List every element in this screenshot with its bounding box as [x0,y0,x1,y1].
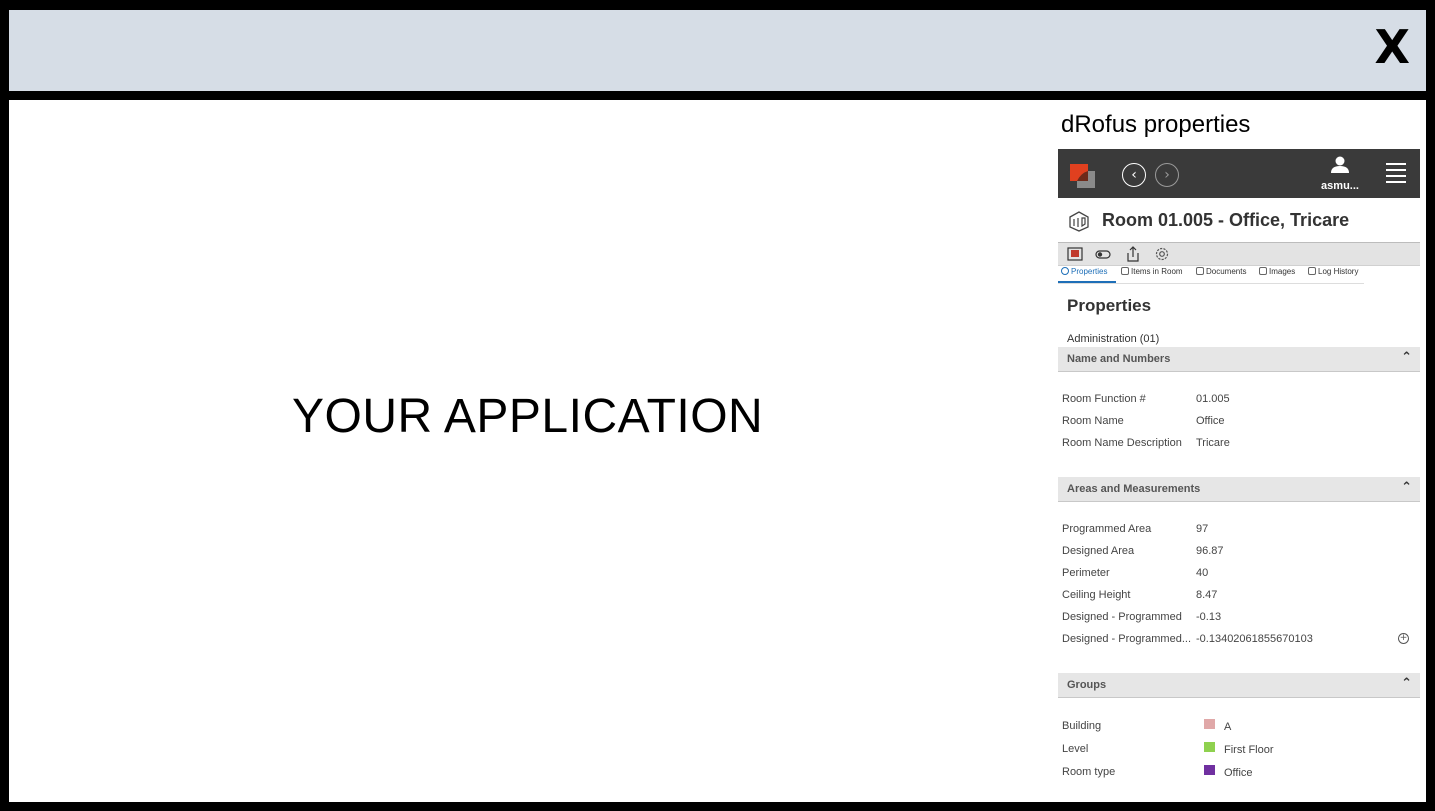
property-row: Designed - Programmed... -0.134020618556… [1062,629,1417,651]
property-value: -0.13402061855670103 [1196,633,1313,645]
accordion-name-and-numbers[interactable]: Name and Numbers ⌃ [1058,347,1420,372]
accordion-title: Areas and Measurements [1067,483,1201,495]
property-value: Tricare [1196,437,1230,449]
chevron-up-icon: ⌃ [1401,676,1412,691]
property-row: Room Name Description Tricare [1062,433,1417,455]
log-icon [1308,267,1316,275]
document-icon [1196,267,1204,275]
group-row: Building A [1062,716,1417,738]
group-value: A [1224,721,1232,733]
tab-label: Images [1269,267,1296,276]
active-tab-indicator [1058,281,1116,283]
panel-title: dRofus properties [1061,111,1251,138]
tab-properties[interactable]: Properties [1061,267,1107,276]
toggle-icon[interactable] [1095,246,1111,262]
tab-log-history[interactable]: Log History [1308,267,1358,276]
property-key: Room Name Description [1062,437,1182,449]
panel-header: ‹ › asmu... [1058,149,1420,198]
property-value: 01.005 [1196,393,1230,405]
forward-button[interactable]: › [1155,163,1179,187]
property-key: Ceiling Height [1062,589,1131,601]
color-swatch [1204,719,1215,729]
color-swatch [1204,765,1215,775]
property-row: Ceiling Height 8.47 [1062,585,1417,607]
share-icon[interactable] [1125,246,1141,262]
property-value: 8.47 [1196,589,1218,601]
group-value: Office [1224,767,1253,779]
property-row: Perimeter 40 [1062,563,1417,585]
panel-toolbar [1058,242,1420,266]
group-row: Level First Floor [1062,739,1417,761]
main-area: YOUR APPLICATION dRofus properties ‹ › a… [9,100,1426,802]
property-row: Designed - Programmed -0.13 [1062,607,1417,629]
property-key: Designed Area [1062,545,1135,557]
properties-heading: Properties [1067,296,1152,315]
tab-label: Properties [1071,267,1108,276]
tab-items-in-room[interactable]: Items in Room [1121,267,1183,276]
user-name: asmu... [1321,180,1359,192]
top-bar: X [9,10,1426,91]
property-value: 40 [1196,567,1209,579]
group-value: First Floor [1224,744,1274,756]
user-icon [1331,156,1349,173]
accordion-groups[interactable]: Groups ⌃ [1058,673,1420,698]
chevron-up-icon: ⌃ [1401,350,1412,365]
tab-label: Items in Room [1131,267,1183,276]
property-row: Programmed Area 97 [1062,519,1417,541]
user-menu[interactable]: asmu... [1316,156,1364,192]
property-value: Office [1196,415,1225,427]
back-button[interactable]: ‹ [1122,163,1146,187]
room-title: Room 01.005 - Office, Tricare [1102,210,1350,230]
property-key: Room Function # [1062,393,1146,405]
drofus-logo-icon[interactable] [1069,163,1097,189]
group-key: Level [1062,743,1089,755]
accordion-title: Groups [1067,679,1107,691]
property-value: 97 [1196,523,1209,535]
accordion-title: Name and Numbers [1067,353,1171,365]
property-row: Room Name Office [1062,411,1417,433]
tab-images[interactable]: Images [1259,267,1295,276]
group-row: Room type Office [1062,762,1417,784]
settings-icon[interactable] [1154,246,1170,262]
administration-label: Administration (01) [1067,333,1160,345]
group-key: Room type [1062,766,1116,778]
panel-tabs: Properties Items in Room Documents Image… [1058,265,1364,284]
property-key: Designed - Programmed [1062,611,1182,623]
drofus-panel: dRofus properties ‹ › asmu... Room 01.00… [1058,100,1420,802]
room-title-row: Room 01.005 - Office, Tricare [1058,204,1420,238]
items-icon [1121,267,1129,275]
property-key: Programmed Area [1062,523,1152,535]
info-icon [1061,267,1069,275]
expand-plus-icon[interactable]: + [1398,633,1409,644]
tab-label: Log History [1318,267,1359,276]
property-key: Designed - Programmed... [1062,633,1191,645]
close-button[interactable]: X [1375,12,1410,82]
group-key: Building [1062,720,1102,732]
tab-documents[interactable]: Documents [1196,267,1246,276]
hamburger-menu-icon[interactable] [1386,163,1406,187]
property-value: -0.13 [1196,611,1222,623]
property-row: Designed Area 96.87 [1062,541,1417,563]
color-swatch [1204,742,1215,752]
property-row: Room Function # 01.005 [1062,389,1417,411]
accordion-areas-and-measurements[interactable]: Areas and Measurements ⌃ [1058,477,1420,502]
chevron-up-icon: ⌃ [1401,480,1412,495]
room-icon [1069,211,1089,232]
property-key: Perimeter [1062,567,1110,579]
room-image-icon[interactable] [1067,246,1083,262]
application-placeholder: YOUR APPLICATION [292,390,764,443]
tab-label: Documents [1206,267,1247,276]
property-value: 96.87 [1196,545,1224,557]
property-key: Room Name [1062,415,1124,427]
camera-icon [1259,267,1267,275]
